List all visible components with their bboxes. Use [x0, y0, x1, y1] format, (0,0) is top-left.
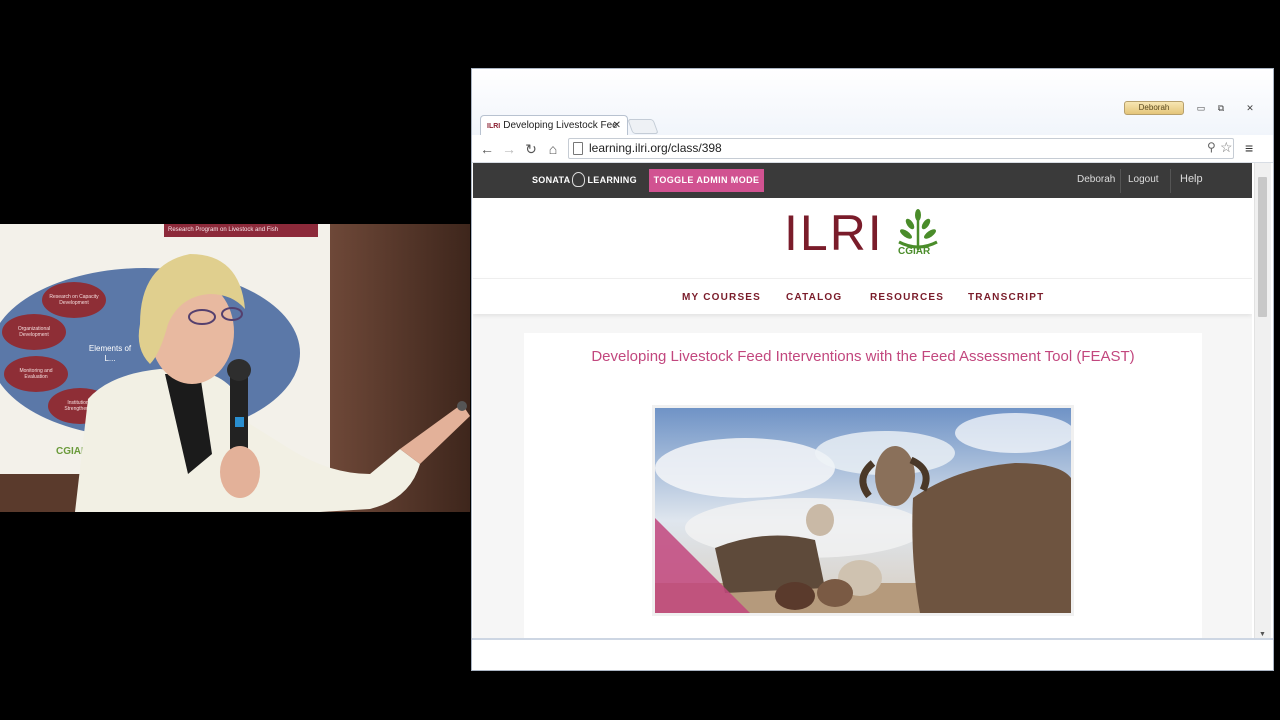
speaker-figure: [75, 254, 470, 512]
zoom-icon[interactable]: ⚲: [1207, 140, 1216, 154]
user-name-link[interactable]: Deborah: [1077, 174, 1115, 185]
restore-icon[interactable]: ⧉: [1210, 101, 1232, 115]
course-image-sheep[interactable]: [652, 405, 1074, 616]
browser-titlebar: Deborah ▭ ⧉ ✕ ILRI Developing Livestock F…: [472, 69, 1273, 136]
home-icon[interactable]: ⌂: [544, 140, 562, 158]
page-icon: [573, 142, 583, 155]
address-bar[interactable]: learning.ilri.org/class/398 ⚲ ☆: [568, 138, 1234, 159]
scroll-down-arrow-icon[interactable]: ▼: [1259, 631, 1266, 638]
bookmark-star-icon[interactable]: ☆: [1220, 139, 1233, 156]
browser-menu-icon[interactable]: ≡: [1245, 140, 1253, 156]
header-divider: [1170, 169, 1171, 193]
course-card: Developing Livestock Feed Interventions …: [524, 333, 1202, 638]
nav-transcript[interactable]: TRANSCRIPT: [968, 292, 1044, 303]
nav-resources[interactable]: RESOURCES: [870, 292, 944, 303]
page-scrollbar[interactable]: ▼: [1254, 163, 1271, 638]
presentation-frame: Research Program on Livestock and Fish R…: [0, 0, 1280, 720]
back-icon[interactable]: ←: [478, 140, 496, 158]
profile-button[interactable]: Deborah: [1124, 101, 1184, 115]
lightbulb-icon: [572, 172, 586, 187]
tab-title: Developing Livestock Fee: [503, 120, 618, 131]
site-header: SONATA LEARNING TOGGLE ADMIN MODE Debora…: [473, 163, 1252, 198]
new-tab-button[interactable]: [627, 119, 659, 134]
nav-catalog[interactable]: CATALOG: [786, 292, 842, 303]
course-title[interactable]: Developing Livestock Feed Interventions …: [584, 346, 1142, 367]
ilri-logo[interactable]: ILRI: [784, 206, 884, 260]
url-text: learning.ilri.org/class/398: [589, 141, 722, 155]
brand-right-text: LEARNING: [587, 174, 637, 185]
scrollbar-thumb[interactable]: [1258, 177, 1267, 317]
reload-icon[interactable]: ↻: [522, 140, 540, 158]
minimize-icon[interactable]: ▭: [1190, 101, 1212, 115]
brand-left-text: SONATA: [532, 174, 571, 185]
header-divider: [1120, 169, 1121, 193]
web-page: SONATA LEARNING TOGGLE ADMIN MODE Debora…: [473, 163, 1252, 638]
ilri-favicon-icon: ILRI: [487, 123, 501, 130]
browser-window: Deborah ▭ ⧉ ✕ ILRI Developing Livestock F…: [471, 68, 1274, 671]
logo-area: ILRI CGIAR: [473, 198, 1252, 278]
nav-my-courses[interactable]: MY COURSES: [682, 292, 761, 303]
browser-tab[interactable]: ILRI Developing Livestock Fee ✕: [480, 115, 628, 136]
speaker-video: Research Program on Livestock and Fish R…: [0, 224, 470, 512]
help-link[interactable]: Help: [1180, 173, 1203, 185]
forward-icon[interactable]: →: [500, 140, 518, 158]
cgiar-logo-text: CGIAR: [898, 246, 931, 257]
main-nav: MY COURSES CATALOG RESOURCES TRANSCRIPT: [473, 278, 1252, 314]
close-tab-icon[interactable]: ✕: [613, 116, 621, 136]
browser-toolbar: ← → ↻ ⌂ learning.ilri.org/class/398 ⚲ ☆ …: [472, 135, 1273, 163]
logout-link[interactable]: Logout: [1128, 174, 1159, 185]
browser-bottom-frame: [472, 638, 1273, 670]
toggle-admin-mode-button[interactable]: TOGGLE ADMIN MODE: [649, 169, 764, 192]
close-window-icon[interactable]: ✕: [1239, 101, 1261, 115]
sonata-learning-logo[interactable]: SONATA LEARNING: [532, 172, 637, 187]
